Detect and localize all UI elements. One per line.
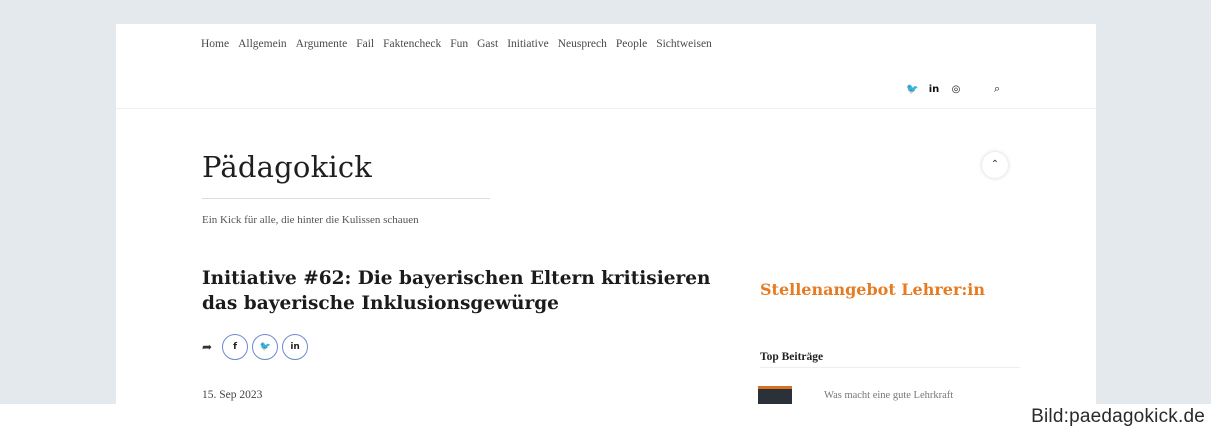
twitter-icon: 🐦 [259, 342, 271, 352]
linkedin-icon[interactable]: in [928, 84, 940, 95]
image-credit: Bild:paedagokick.de [1031, 406, 1205, 427]
nav-item-allgemein[interactable]: Allgemein [238, 38, 287, 50]
sidebar-top-posts-heading: Top Beiträge [760, 351, 824, 363]
facebook-share-button[interactable]: f [222, 334, 249, 360]
site-tagline: Ein Kick für alle, die hinter die Kuliss… [202, 214, 419, 226]
nav-item-sichtweisen[interactable]: Sichtweisen [656, 38, 712, 50]
twitter-icon[interactable]: 🐦 [906, 84, 918, 95]
nav-item-argumente[interactable]: Argumente [296, 38, 348, 50]
linkedin-icon: in [290, 342, 300, 352]
twitter-share-button[interactable]: 🐦 [252, 334, 279, 360]
share-row: ➦ f 🐦 in [202, 334, 309, 360]
share-icon: ➦ [202, 340, 213, 354]
sidebar-promo-link[interactable]: Stellenangebot Lehrer:in [760, 280, 985, 299]
nav-item-people[interactable]: People [616, 38, 647, 50]
nav-item-home[interactable]: Home [201, 38, 229, 50]
nav-item-fun[interactable]: Fun [450, 38, 468, 50]
article-date: 15. Sep 2023 [202, 389, 263, 401]
facebook-icon: f [233, 342, 238, 352]
page: Home Allgemein Argumente Fail Faktenchec… [116, 24, 1096, 404]
linkedin-share-button[interactable]: in [282, 334, 309, 360]
title-underline [202, 198, 490, 199]
header-divider [116, 108, 1096, 109]
top-post-thumbnail[interactable] [758, 386, 792, 404]
social-links: 🐦 in ◎ [906, 84, 962, 95]
nav-item-initiative[interactable]: Initiative [507, 38, 549, 50]
instagram-icon[interactable]: ◎ [950, 84, 962, 95]
collapse-toggle-button[interactable]: ⌃ [982, 152, 1008, 178]
nav-item-faktencheck[interactable]: Faktencheck [383, 38, 441, 50]
screenshot-frame: Home Allgemein Argumente Fail Faktenchec… [0, 0, 1211, 404]
search-icon[interactable]: ⌕ [994, 82, 1000, 96]
nav-item-neusprech[interactable]: Neusprech [558, 38, 607, 50]
main-navigation: Home Allgemein Argumente Fail Faktenchec… [201, 38, 721, 50]
sidebar-divider [760, 367, 1020, 368]
top-post-link[interactable]: Was macht eine gute Lehrkraft [824, 390, 953, 401]
article-headline[interactable]: Initiative #62: Die bayerischen Eltern k… [202, 266, 742, 316]
nav-item-fail[interactable]: Fail [356, 38, 374, 50]
nav-item-gast[interactable]: Gast [477, 38, 498, 50]
site-title[interactable]: Pädagokick [202, 150, 372, 184]
